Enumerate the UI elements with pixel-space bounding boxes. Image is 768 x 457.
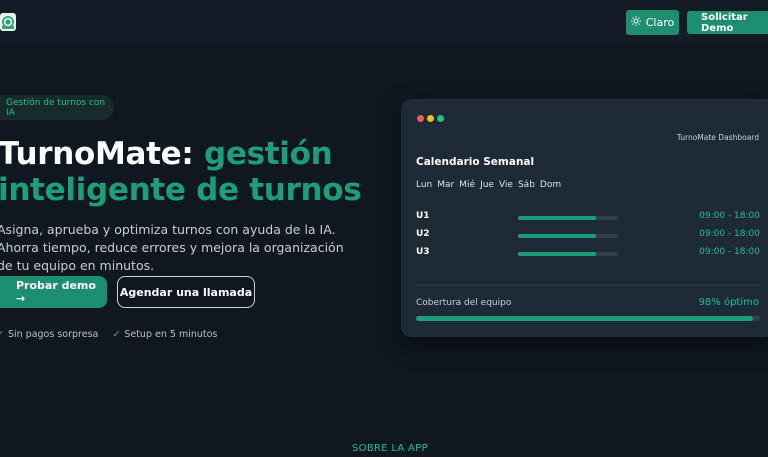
about-section-label[interactable]: SOBRE LA APP [352,443,428,454]
hero-description: Asigna, aprueba y optimiza turnos con ay… [0,222,344,273]
check-icon: ✓ [112,329,121,340]
weekday-label: Mar [437,180,455,190]
dashboard-preview-card: TurnoMate Dashboard Calendario Semanal L… [401,99,768,337]
shift-progress-bar [518,252,618,256]
shift-user-label: U3 [416,247,430,257]
shift-time: 09:00 - 18:00 [699,229,760,239]
shift-user-label: U1 [416,211,430,221]
shift-rows: U1 09:00 - 18:00 U2 09:00 - 18:00 U3 09:… [416,211,760,265]
weekday-label: Sáb [517,180,535,190]
window-close-dot-icon [417,115,424,122]
weekday-label: Mié [459,180,476,190]
dashboard-title: Calendario Semanal [416,156,535,168]
shift-progress-fill [518,216,596,220]
shift-row: U1 09:00 - 18:00 [416,211,760,229]
shift-row: U3 09:00 - 18:00 [416,247,760,265]
sun-icon [630,16,641,29]
shift-progress-bar [518,216,618,220]
shift-progress-fill [518,234,596,238]
theme-toggle-button[interactable]: Claro [626,10,679,35]
card-divider [416,285,760,286]
top-navigation-bar: Claro Solicitar Demo [0,0,768,45]
shift-user-label: U2 [416,229,430,239]
schedule-call-button[interactable]: Agendar una llamada [117,276,255,308]
weekday-label: Dom [539,180,562,190]
shift-progress-bar [518,234,618,238]
perk-label: Sin pagos sorpresa [7,329,99,340]
perk-item: ✓ Sin pagos sorpresa [0,329,98,340]
weekday-label: Vie [498,180,513,190]
hero-badge: Gestión de turnos con IA [0,95,114,120]
coverage-progress-fill [416,316,754,321]
hero-title-plain: TurnoMate: [0,136,204,172]
coverage-value: 98% óptimo [698,297,759,308]
window-minimize-dot-icon [427,115,434,122]
weekday-header: Lun Mar Mié Jue Vie Sáb Dom [416,180,561,190]
check-icon: ✓ [0,329,4,340]
theme-toggle-label: Claro [645,16,675,29]
perk-label: Setup en 5 minutos [124,329,218,340]
shift-time: 09:00 - 18:00 [699,247,760,257]
shift-progress-fill [518,252,596,256]
coverage-progress-bar [416,316,760,321]
hero-title: TurnoMate: gestión inteligente de turnos [0,136,378,208]
try-demo-button[interactable]: Probar demo → [0,276,107,308]
shift-row: U2 09:00 - 18:00 [416,229,760,247]
dashboard-app-name: TurnoMate Dashboard [676,133,759,142]
coverage-label: Cobertura del equipo [416,298,512,308]
weekday-label: Jue [480,180,494,190]
request-demo-button[interactable]: Solicitar Demo [687,11,768,34]
perk-item: ✓ Setup en 5 minutos [112,329,217,340]
weekday-label: Lun [416,180,433,190]
turnomate-logo-icon[interactable] [0,13,16,31]
perks-list: ✓ Sin pagos sorpresa ✓ Setup en 5 minuto… [0,329,217,340]
shift-time: 09:00 - 18:00 [699,211,760,221]
window-maximize-dot-icon [437,115,444,122]
